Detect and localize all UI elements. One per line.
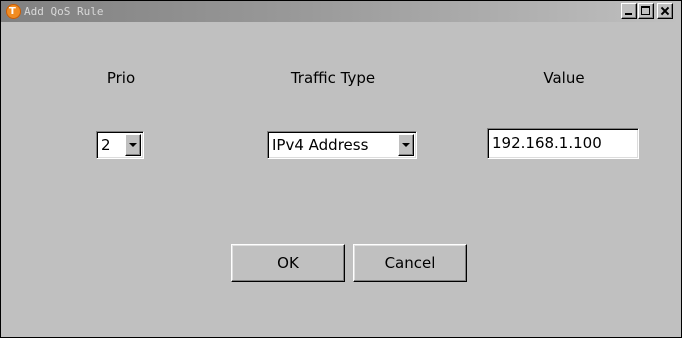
traffic-type-label: Traffic Type [290, 69, 376, 87]
close-icon[interactable] [657, 3, 673, 19]
prio-dropdown-button[interactable] [125, 134, 141, 156]
title-bar[interactable]: T Add QoS Rule [1, 1, 681, 22]
value-label: Value [543, 69, 585, 87]
minimize-icon[interactable] [621, 3, 637, 19]
cancel-button[interactable]: Cancel [353, 244, 467, 282]
add-qos-rule-dialog: T Add QoS Rule Prio Traffic Type Value 2… [0, 0, 682, 338]
window-title: Add QoS Rule [24, 5, 104, 18]
value-input-text: 192.168.1.100 [492, 134, 602, 152]
prio-select[interactable]: 2 [96, 131, 144, 159]
app-logo-letter: T [9, 6, 16, 17]
app-logo-icon: T [6, 4, 21, 19]
traffic-type-dropdown-button[interactable] [398, 134, 414, 156]
prio-label: Prio [106, 69, 136, 87]
chevron-down-icon [402, 143, 410, 147]
prio-selected-value: 2 [101, 136, 111, 154]
chevron-down-icon [129, 143, 137, 147]
ok-button[interactable]: OK [231, 244, 345, 282]
traffic-type-selected-value: IPv4 Address [272, 136, 369, 154]
traffic-type-select[interactable]: IPv4 Address [267, 131, 417, 159]
maximize-icon[interactable] [638, 3, 654, 19]
value-input[interactable]: 192.168.1.100 [487, 128, 639, 159]
